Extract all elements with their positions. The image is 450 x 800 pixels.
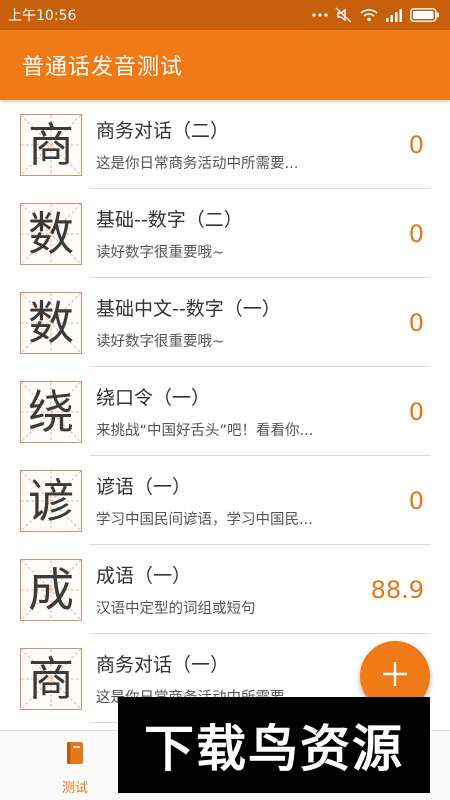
item-subtitle: 这是你日常商务活动中所需要... [96,156,299,172]
page-title: 普通话发音测试 [22,55,184,80]
item-title: 绕口令（一） [96,387,211,409]
thumbnail-character: 数 [28,206,74,261]
character-thumbnail: 数 [20,291,82,354]
lesson-list[interactable]: 商 商务对话（二） 这是你日常商务活动中所需要... 0 数 基础--数字（二）… [0,100,450,730]
character-thumbnail: 绕 [20,380,82,443]
character-thumbnail: 商 [20,647,82,710]
item-subtitle: 来挑战“中国好舌头”吧！看看你... [96,423,314,439]
status-time: 上午10:56 [8,8,77,24]
plus-icon [381,660,409,692]
item-score: 0 [408,308,424,337]
item-subtitle: 读好数字很重要哦~ [96,334,225,350]
wifi-icon [360,8,378,22]
item-score: 0 [408,397,424,426]
item-title: 成语（一） [96,565,192,587]
tab-label: 测试 [61,781,88,796]
item-score: 0 [408,486,424,515]
signal-icon [385,8,403,22]
item-subtitle: 读好数字很重要哦~ [96,245,225,261]
item-score: 0 [408,130,424,159]
thumbnail-character: 商 [28,117,74,172]
item-title: 谚语（一） [96,476,192,498]
item-score: 0 [408,219,424,248]
item-score: 88.9 [370,575,424,604]
item-title: 基础--数字（二） [96,209,243,231]
character-thumbnail: 成 [20,558,82,621]
thumbnail-character: 绕 [28,384,74,439]
list-item[interactable]: 数 基础中文--数字（一） 读好数字很重要哦~ 0 [0,278,450,367]
app-bar: 普通话发音测试 [0,30,450,100]
list-item[interactable]: 商 商务对话（二） 这是你日常商务活动中所需要... 0 [0,100,450,189]
thumbnail-character: 谚 [28,473,74,528]
thumbnail-character: 数 [28,295,74,350]
item-subtitle: 汉语中定型的词组或短句 [96,601,256,617]
status-icons [312,7,440,23]
watermark-text: 下载鸟资源 [144,720,404,778]
character-thumbnail: 谚 [20,469,82,532]
battery-icon [410,8,440,22]
character-thumbnail: 数 [20,202,82,265]
item-title: 商务对话（一） [96,654,230,676]
tab-test[interactable]: 测试 [40,741,110,796]
status-bar: 上午10:56 [0,0,450,30]
item-title: 基础中文--数字（一） [96,298,281,320]
list-item[interactable]: 绕 绕口令（一） 来挑战“中国好舌头”吧！看看你... 0 [0,367,450,456]
thumbnail-character: 商 [28,651,74,706]
more-dots-icon [312,12,328,18]
mute-icon [335,7,353,23]
list-item[interactable]: 成 成语（一） 汉语中定型的词组或短句 88.9 [0,545,450,634]
test-book-icon [64,741,86,769]
list-item[interactable]: 谚 谚语（一） 学习中国民间谚语，学习中国民... 0 [0,456,450,545]
item-subtitle: 学习中国民间谚语，学习中国民... [96,512,313,528]
thumbnail-character: 成 [28,562,74,617]
item-title: 商务对话（二） [96,120,230,142]
character-thumbnail: 商 [20,113,82,176]
watermark-banner: 下载鸟资源 [118,697,430,793]
list-item[interactable]: 数 基础--数字（二） 读好数字很重要哦~ 0 [0,189,450,278]
